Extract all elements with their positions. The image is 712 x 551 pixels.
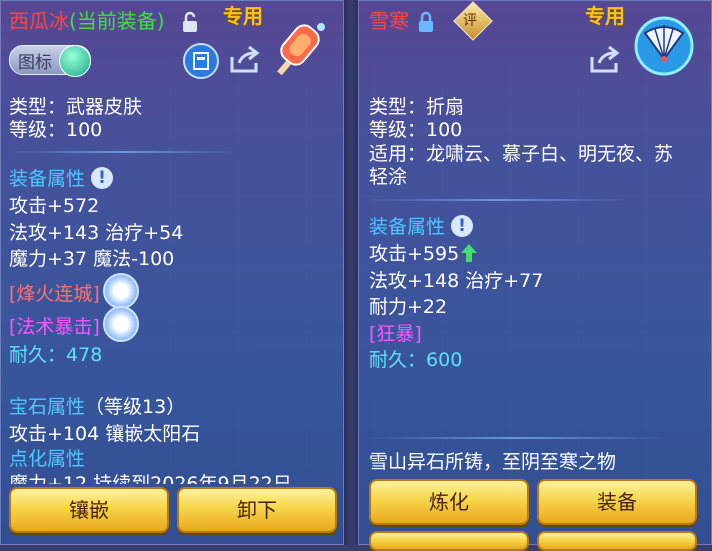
item-type: 类型：武器皮肤 xyxy=(9,96,143,118)
lock-icon[interactable] xyxy=(417,11,437,33)
skill-fenghuo: [烽火连城] xyxy=(9,283,100,305)
unlock-icon[interactable] xyxy=(181,11,201,33)
item-title: 雪寒 xyxy=(369,9,409,33)
exclusive-label: 专用 xyxy=(585,4,625,28)
info-icon[interactable]: ! xyxy=(451,215,473,237)
applicable-roles: 适用：龙啸云、慕子白、明无夜、苏 xyxy=(369,143,674,165)
icon-toggle-label: 图标 xyxy=(18,53,52,73)
rating-label: 评 xyxy=(463,13,477,29)
item-description: 雪山异石所铸，至阴至寒之物 xyxy=(369,451,617,473)
attack-stat: 攻击+595 xyxy=(369,243,460,265)
exclusive-label: 专用 xyxy=(223,4,263,28)
item-type: 类型：折扇 xyxy=(369,96,465,118)
share-icon[interactable] xyxy=(229,45,263,75)
divider xyxy=(367,199,627,201)
equip-attr-header: 装备属性 xyxy=(369,216,446,238)
skill-spell-crit: [法术暴击] xyxy=(9,316,100,338)
inlay-button[interactable]: 镶嵌 xyxy=(9,487,169,533)
new-item-panel: 雪寒 评 专用 类型：折扇 等级：100 适用：龙啸云、慕子白、明无夜、苏 轻涂… xyxy=(358,0,712,551)
toggle-knob-icon[interactable] xyxy=(59,45,91,77)
applicable-roles-cont: 轻涂 xyxy=(369,166,408,188)
item-level: 等级：100 xyxy=(369,119,463,141)
folding-fan-icon xyxy=(634,16,694,76)
magic-stat: 法攻+148 治疗+77 xyxy=(369,270,544,292)
refine-button[interactable]: 炼化 xyxy=(369,479,529,525)
skill-refresh-icon[interactable] xyxy=(103,306,139,342)
endurance-stat: 耐力+22 xyxy=(369,296,448,318)
equip-attr-header: 装备属性 xyxy=(9,168,86,190)
current-equipment-panel: 西瓜冰(当前装备) 专用 图标 类型：武器皮肤 等级：100 装备属性 ! 攻击… xyxy=(0,0,344,545)
equip-button[interactable]: 装备 xyxy=(537,479,697,525)
panel-gap xyxy=(344,0,358,545)
info-icon[interactable]: ! xyxy=(91,167,113,189)
more-button-partial[interactable] xyxy=(537,531,697,551)
refine-stat-clipped: 魔力+12 持续到2026年9月22日 xyxy=(9,473,292,484)
increase-arrow-icon xyxy=(461,244,477,262)
unequip-button[interactable]: 卸下 xyxy=(177,487,337,533)
popsicle-skin-icon xyxy=(277,23,325,76)
refine-attr-header: 点化属性 xyxy=(9,448,86,470)
skill-berserk: [狂暴] xyxy=(369,323,422,345)
compare-icon[interactable] xyxy=(183,43,219,79)
skill-refresh-icon[interactable] xyxy=(103,273,139,309)
magic-stat: 法攻+143 治疗+54 xyxy=(9,222,184,244)
gem-stat: 攻击+104 镶嵌太阳石 xyxy=(9,423,201,445)
item-level: 等级：100 xyxy=(9,119,103,141)
gem-attr-header: 宝石属性（等级13） xyxy=(9,396,186,418)
item-title: 西瓜冰(当前装备) xyxy=(9,9,165,33)
more-button-partial[interactable] xyxy=(369,531,529,551)
attack-stat: 攻击+572 xyxy=(9,195,100,217)
divider xyxy=(367,437,667,439)
share-icon[interactable] xyxy=(589,45,623,75)
mana-stat: 魔力+37 魔法-100 xyxy=(9,248,175,270)
durability: 耐久：600 xyxy=(369,349,463,371)
divider xyxy=(7,151,237,153)
durability: 耐久：478 xyxy=(9,344,103,366)
